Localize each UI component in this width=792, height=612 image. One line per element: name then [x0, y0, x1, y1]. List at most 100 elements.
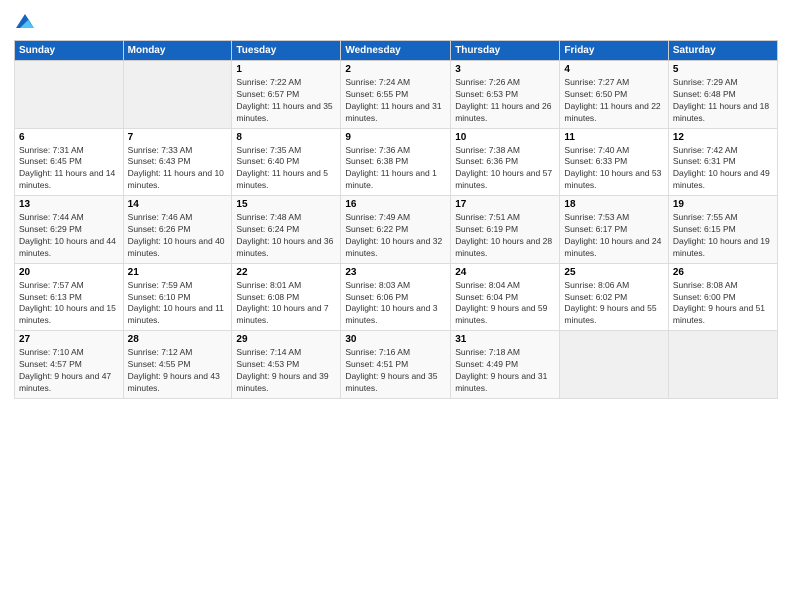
day-number: 6 [19, 132, 119, 143]
day-info: Sunrise: 7:27 AMSunset: 6:50 PMDaylight:… [564, 77, 663, 125]
day-info: Sunrise: 7:12 AMSunset: 4:55 PMDaylight:… [128, 347, 228, 395]
day-number: 19 [673, 199, 773, 210]
day-number: 29 [236, 334, 336, 345]
calendar-cell: 10 Sunrise: 7:38 AMSunset: 6:36 PMDayligh… [451, 128, 560, 196]
weekday-header-row: SundayMondayTuesdayWednesdayThursdayFrid… [15, 41, 778, 61]
calendar-cell: 25 Sunrise: 8:06 AMSunset: 6:02 PMDayligh… [560, 263, 668, 331]
day-info: Sunrise: 7:57 AMSunset: 6:13 PMDaylight:… [19, 280, 119, 328]
day-number: 23 [345, 267, 446, 278]
day-info: Sunrise: 8:06 AMSunset: 6:02 PMDaylight:… [564, 280, 663, 328]
day-info: Sunrise: 7:31 AMSunset: 6:45 PMDaylight:… [19, 145, 119, 193]
day-number: 28 [128, 334, 228, 345]
day-number: 31 [455, 334, 555, 345]
day-number: 16 [345, 199, 446, 210]
day-number: 9 [345, 132, 446, 143]
weekday-header-saturday: Saturday [668, 41, 777, 61]
calendar-cell: 29 Sunrise: 7:14 AMSunset: 4:53 PMDayligh… [232, 331, 341, 399]
day-info: Sunrise: 7:38 AMSunset: 6:36 PMDaylight:… [455, 145, 555, 193]
calendar-cell: 20Sunrise: 7:57 AMSunset: 6:13 PMDayligh… [15, 263, 124, 331]
calendar-cell: 9 Sunrise: 7:36 AMSunset: 6:38 PMDaylight… [341, 128, 451, 196]
day-info: Sunrise: 8:04 AMSunset: 6:04 PMDaylight:… [455, 280, 555, 328]
week-row-3: 13Sunrise: 7:44 AMSunset: 6:29 PMDayligh… [15, 196, 778, 264]
day-number: 27 [19, 334, 119, 345]
calendar-cell: 30 Sunrise: 7:16 AMSunset: 4:51 PMDayligh… [341, 331, 451, 399]
calendar-cell: 16Sunrise: 7:49 AMSunset: 6:22 PMDayligh… [341, 196, 451, 264]
calendar-cell: 22 Sunrise: 8:01 AMSunset: 6:08 PMDayligh… [232, 263, 341, 331]
weekday-header-friday: Friday [560, 41, 668, 61]
day-info: Sunrise: 7:35 AMSunset: 6:40 PMDaylight:… [236, 145, 336, 193]
calendar-cell [15, 61, 124, 129]
day-number: 26 [673, 267, 773, 278]
weekday-header-monday: Monday [123, 41, 232, 61]
day-info: Sunrise: 8:01 AMSunset: 6:08 PMDaylight:… [236, 280, 336, 328]
week-row-4: 20Sunrise: 7:57 AMSunset: 6:13 PMDayligh… [15, 263, 778, 331]
day-number: 22 [236, 267, 336, 278]
calendar-cell: 4 Sunrise: 7:27 AMSunset: 6:50 PMDaylight… [560, 61, 668, 129]
calendar-cell: 11 Sunrise: 7:40 AMSunset: 6:33 PMDayligh… [560, 128, 668, 196]
day-number: 5 [673, 64, 773, 75]
calendar-cell: 1 Sunrise: 7:22 AMSunset: 6:57 PMDaylight… [232, 61, 341, 129]
day-info: Sunrise: 7:10 AMSunset: 4:57 PMDaylight:… [19, 347, 119, 395]
calendar-cell: 7 Sunrise: 7:33 AMSunset: 6:43 PMDaylight… [123, 128, 232, 196]
calendar-cell: 19 Sunrise: 7:55 AMSunset: 6:15 PMDayligh… [668, 196, 777, 264]
day-info: Sunrise: 7:59 AMSunset: 6:10 PMDaylight:… [128, 280, 228, 328]
calendar-cell: 18 Sunrise: 7:53 AMSunset: 6:17 PMDayligh… [560, 196, 668, 264]
calendar-cell: 24 Sunrise: 8:04 AMSunset: 6:04 PMDayligh… [451, 263, 560, 331]
calendar-cell: 15Sunrise: 7:48 AMSunset: 6:24 PMDayligh… [232, 196, 341, 264]
logo-icon [14, 10, 36, 32]
calendar-cell: 5 Sunrise: 7:29 AMSunset: 6:48 PMDaylight… [668, 61, 777, 129]
day-info: Sunrise: 7:46 AMSunset: 6:26 PMDaylight:… [128, 212, 228, 260]
day-number: 12 [673, 132, 773, 143]
calendar-cell: 8Sunrise: 7:35 AMSunset: 6:40 PMDaylight… [232, 128, 341, 196]
calendar-cell [668, 331, 777, 399]
day-number: 4 [564, 64, 663, 75]
day-number: 17 [455, 199, 555, 210]
calendar-cell: 26 Sunrise: 8:08 AMSunset: 6:00 PMDayligh… [668, 263, 777, 331]
calendar-cell: 2Sunrise: 7:24 AMSunset: 6:55 PMDaylight… [341, 61, 451, 129]
logo [14, 10, 38, 32]
calendar-cell: 31 Sunrise: 7:18 AMSunset: 4:49 PMDayligh… [451, 331, 560, 399]
day-info: Sunrise: 7:53 AMSunset: 6:17 PMDaylight:… [564, 212, 663, 260]
day-info: Sunrise: 7:24 AMSunset: 6:55 PMDaylight:… [345, 77, 446, 125]
day-info: Sunrise: 7:22 AMSunset: 6:57 PMDaylight:… [236, 77, 336, 125]
day-number: 30 [345, 334, 446, 345]
calendar-cell: 6 Sunrise: 7:31 AMSunset: 6:45 PMDaylight… [15, 128, 124, 196]
calendar-cell: 13Sunrise: 7:44 AMSunset: 6:29 PMDayligh… [15, 196, 124, 264]
day-number: 11 [564, 132, 663, 143]
day-number: 15 [236, 199, 336, 210]
weekday-header-sunday: Sunday [15, 41, 124, 61]
calendar-cell: 27 Sunrise: 7:10 AMSunset: 4:57 PMDayligh… [15, 331, 124, 399]
day-number: 14 [128, 199, 228, 210]
day-info: Sunrise: 8:08 AMSunset: 6:00 PMDaylight:… [673, 280, 773, 328]
day-info: Sunrise: 7:14 AMSunset: 4:53 PMDaylight:… [236, 347, 336, 395]
header [14, 10, 778, 32]
day-info: Sunrise: 7:51 AMSunset: 6:19 PMDaylight:… [455, 212, 555, 260]
day-info: Sunrise: 7:36 AMSunset: 6:38 PMDaylight:… [345, 145, 446, 193]
day-number: 25 [564, 267, 663, 278]
calendar-cell: 21Sunrise: 7:59 AMSunset: 6:10 PMDayligh… [123, 263, 232, 331]
calendar-body: 1 Sunrise: 7:22 AMSunset: 6:57 PMDaylight… [15, 61, 778, 399]
calendar-cell: 28 Sunrise: 7:12 AMSunset: 4:55 PMDayligh… [123, 331, 232, 399]
day-number: 1 [236, 64, 336, 75]
day-number: 10 [455, 132, 555, 143]
calendar-cell: 17 Sunrise: 7:51 AMSunset: 6:19 PMDayligh… [451, 196, 560, 264]
calendar-cell [560, 331, 668, 399]
calendar: SundayMondayTuesdayWednesdayThursdayFrid… [14, 40, 778, 399]
day-info: Sunrise: 7:55 AMSunset: 6:15 PMDaylight:… [673, 212, 773, 260]
week-row-2: 6 Sunrise: 7:31 AMSunset: 6:45 PMDaylight… [15, 128, 778, 196]
day-info: Sunrise: 7:26 AMSunset: 6:53 PMDaylight:… [455, 77, 555, 125]
calendar-cell: 12Sunrise: 7:42 AMSunset: 6:31 PMDayligh… [668, 128, 777, 196]
day-info: Sunrise: 7:40 AMSunset: 6:33 PMDaylight:… [564, 145, 663, 193]
day-number: 18 [564, 199, 663, 210]
weekday-header-thursday: Thursday [451, 41, 560, 61]
weekday-header-tuesday: Tuesday [232, 41, 341, 61]
day-info: Sunrise: 7:29 AMSunset: 6:48 PMDaylight:… [673, 77, 773, 125]
day-number: 7 [128, 132, 228, 143]
day-info: Sunrise: 7:33 AMSunset: 6:43 PMDaylight:… [128, 145, 228, 193]
calendar-cell [123, 61, 232, 129]
day-info: Sunrise: 7:18 AMSunset: 4:49 PMDaylight:… [455, 347, 555, 395]
day-number: 24 [455, 267, 555, 278]
day-number: 13 [19, 199, 119, 210]
day-info: Sunrise: 7:16 AMSunset: 4:51 PMDaylight:… [345, 347, 446, 395]
calendar-cell: 23Sunrise: 8:03 AMSunset: 6:06 PMDayligh… [341, 263, 451, 331]
